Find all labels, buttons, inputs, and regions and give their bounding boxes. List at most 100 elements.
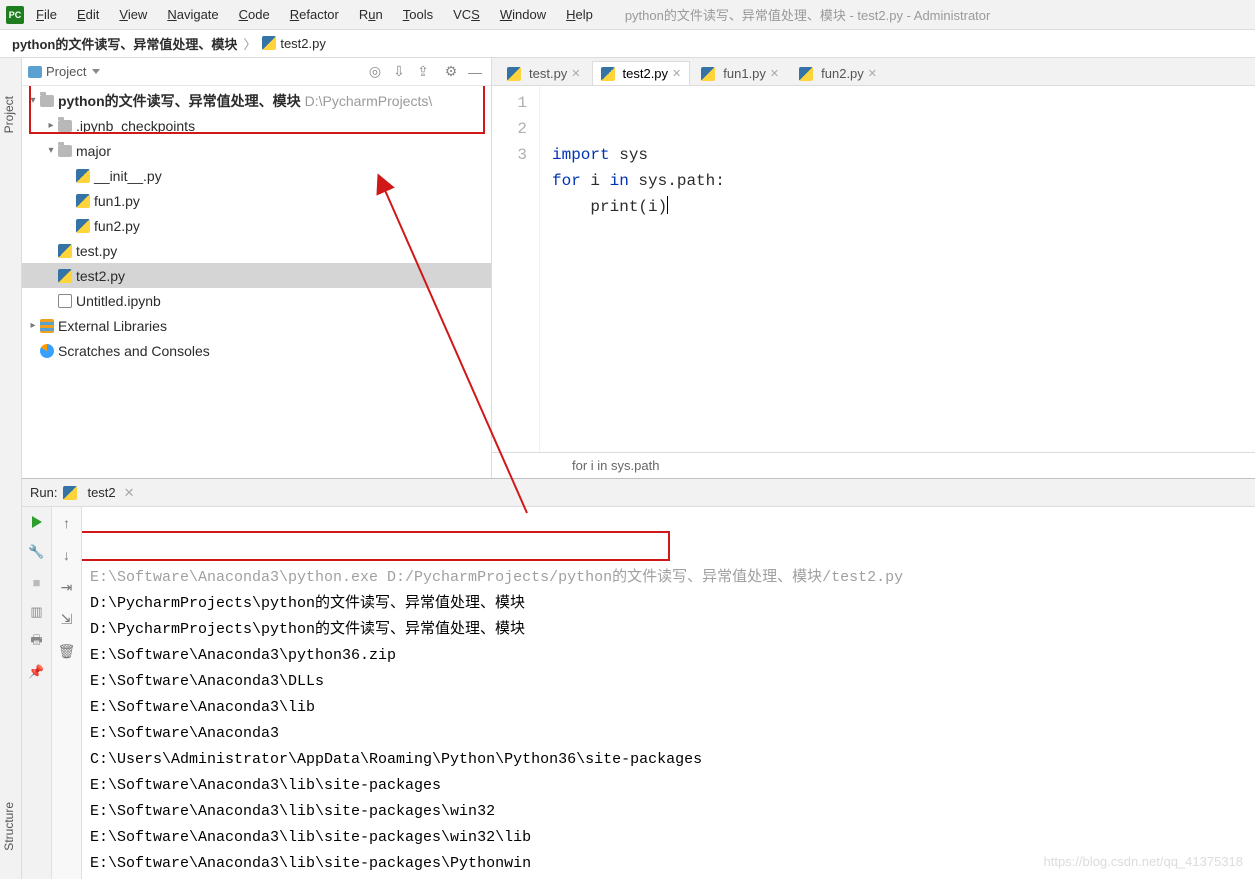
editor-tab-test[interactable]: test.py✕ (498, 61, 590, 85)
editor-tab-test2[interactable]: test2.py✕ (592, 61, 691, 85)
clear-icon[interactable]: 🗑 (57, 641, 77, 661)
breadcrumb-project[interactable]: python的文件读写、异常值处理、模块 (12, 34, 237, 53)
editor-tabs: test.py✕ test2.py✕ fun1.py✕ fun2.py✕ (492, 58, 1255, 86)
run-inner-toolbar: ↑ ↓ ⇥ ⇲ 🗑 (52, 507, 82, 879)
run-config-name[interactable]: test2 (87, 485, 115, 500)
python-file-icon (58, 244, 72, 258)
editor-tab-fun1[interactable]: fun1.py✕ (692, 61, 788, 85)
menu-file[interactable]: File (28, 5, 65, 24)
run-tool-window: Run: test2 ✕ 🔧 ■ ▥ 🖶 📌 ↑ (22, 478, 1255, 879)
tree-item-fun1: fun1.py (94, 193, 140, 209)
menu-refactor[interactable]: Refactor (282, 5, 347, 24)
menu-code[interactable]: Code (231, 5, 278, 24)
stop-button[interactable]: ■ (28, 573, 46, 591)
menu-navigate[interactable]: Navigate (159, 5, 226, 24)
run-console[interactable]: E:\Software\Anaconda3\python.exe D:/Pych… (82, 507, 1255, 879)
run-left-toolbar: 🔧 ■ ▥ 🖶 📌 (22, 507, 52, 879)
python-file-icon (63, 486, 77, 500)
locate-icon[interactable]: ◎ (365, 62, 385, 82)
tree-item-init: __init__.py (94, 168, 162, 184)
annotation-red-box-2 (82, 531, 670, 561)
close-icon[interactable]: ✕ (124, 485, 135, 501)
gear-icon[interactable]: ⚙ (441, 62, 461, 82)
sidebar-tab-structure[interactable]: Structure (0, 794, 18, 859)
close-icon[interactable]: ✕ (770, 67, 779, 80)
tree-item-major: major (76, 143, 111, 159)
close-icon[interactable]: ✕ (672, 67, 681, 80)
print-icon[interactable]: 🖶 (28, 633, 46, 651)
console-line: D:\PycharmProjects\python的文件读写、异常值处理、模块 (90, 595, 525, 612)
console-line: E:\Software\Anaconda3\lib (90, 699, 315, 716)
project-tree[interactable]: ▾python的文件读写、异常值处理、模块D:\PycharmProjects\… (22, 86, 491, 478)
tree-item-ipynb: .ipynb_checkpoints (76, 118, 195, 134)
close-icon[interactable]: ✕ (868, 67, 877, 80)
tree-item-test2: test2.py (76, 268, 125, 284)
wrench-icon[interactable]: 🔧 (28, 543, 46, 561)
tree-root: python的文件读写、异常值处理、模块 (58, 91, 301, 111)
tree-item-fun2: fun2.py (94, 218, 140, 234)
python-file-icon (76, 194, 90, 208)
python-file-icon (701, 67, 715, 81)
close-icon[interactable]: ✕ (571, 67, 580, 80)
notebook-file-icon (58, 294, 72, 308)
folder-icon (40, 95, 54, 107)
scroll-to-end-icon[interactable]: ⇲ (57, 609, 77, 629)
scratches-icon (40, 344, 54, 358)
menu-help[interactable]: Help (558, 5, 601, 24)
tree-external-libraries: External Libraries (58, 318, 167, 334)
hide-panel-icon[interactable]: — (465, 62, 485, 82)
console-line: E:\Software\Anaconda3\lib\site-packages\… (90, 803, 495, 820)
python-file-icon (58, 269, 72, 283)
python-file-icon (262, 36, 276, 50)
menu-bar: PC File Edit View Navigate Code Refactor… (0, 0, 1255, 30)
console-line: E:\Software\Anaconda3\lib\site-packages\… (90, 829, 531, 846)
line-number-gutter: 123 (492, 86, 540, 452)
editor-panel: test.py✕ test2.py✕ fun1.py✕ fun2.py✕ 123… (492, 58, 1255, 478)
pycharm-logo-icon: PC (6, 6, 24, 24)
python-file-icon (507, 67, 521, 81)
watermark-text: https://blog.csdn.net/qq_41375318 (1044, 849, 1244, 875)
soft-wrap-icon[interactable]: ⇥ (57, 577, 77, 597)
down-arrow-icon[interactable]: ↓ (57, 545, 77, 565)
expand-all-icon[interactable]: ⇩ (389, 62, 409, 82)
run-button[interactable] (28, 513, 46, 531)
project-panel-title[interactable]: Project (46, 64, 86, 79)
folder-icon (58, 120, 72, 132)
python-file-icon (601, 67, 615, 81)
editor-breadcrumb: for i in sys.path (492, 452, 1255, 478)
python-file-icon (76, 219, 90, 233)
chevron-right-icon: 〉 (243, 34, 256, 53)
console-line: E:\Software\Anaconda3\lib\site-packages\… (90, 855, 531, 872)
console-line: E:\Software\Anaconda3\python.exe D:/Pych… (90, 569, 903, 586)
breadcrumb-file[interactable]: test2.py (262, 36, 326, 51)
up-arrow-icon[interactable]: ↑ (57, 513, 77, 533)
console-line: E:\Software\Anaconda3 (90, 725, 279, 742)
menu-view[interactable]: View (111, 5, 155, 24)
code-editor[interactable]: 123 import sys for i in sys.path: print(… (492, 86, 1255, 452)
menu-run[interactable]: Run (351, 5, 391, 24)
python-file-icon (76, 169, 90, 183)
tree-item-untitled: Untitled.ipynb (76, 293, 161, 309)
tree-scratches: Scratches and Consoles (58, 343, 210, 359)
collapse-all-icon[interactable]: ⇪ (413, 62, 433, 82)
console-line: C:\Users\Administrator\AppData\Roaming\P… (90, 751, 702, 768)
menu-vcs[interactable]: VCS (445, 5, 488, 24)
python-file-icon (799, 67, 813, 81)
menu-window[interactable]: Window (492, 5, 554, 24)
menu-edit[interactable]: Edit (69, 5, 107, 24)
external-libraries-icon (40, 319, 54, 333)
menu-tools[interactable]: Tools (395, 5, 441, 24)
sidebar-tab-project[interactable]: Project (0, 88, 18, 141)
chevron-down-icon[interactable] (92, 69, 100, 74)
console-line: E:\Software\Anaconda3\python36.zip (90, 647, 396, 664)
window-title: python的文件读写、异常值处理、模块 - test2.py - Admini… (625, 5, 991, 24)
run-panel-label: Run: (30, 485, 57, 500)
play-icon (32, 516, 42, 528)
console-line: E:\Software\Anaconda3\DLLs (90, 673, 324, 690)
breadcrumb: python的文件读写、异常值处理、模块 〉 test2.py (0, 30, 1255, 58)
text-cursor (667, 196, 668, 214)
editor-tab-fun2[interactable]: fun2.py✕ (790, 61, 886, 85)
layout-icon[interactable]: ▥ (28, 603, 46, 621)
pin-icon[interactable]: 📌 (28, 663, 46, 681)
project-panel-header: Project ◎ ⇩ ⇪ ⚙ — (22, 58, 491, 86)
